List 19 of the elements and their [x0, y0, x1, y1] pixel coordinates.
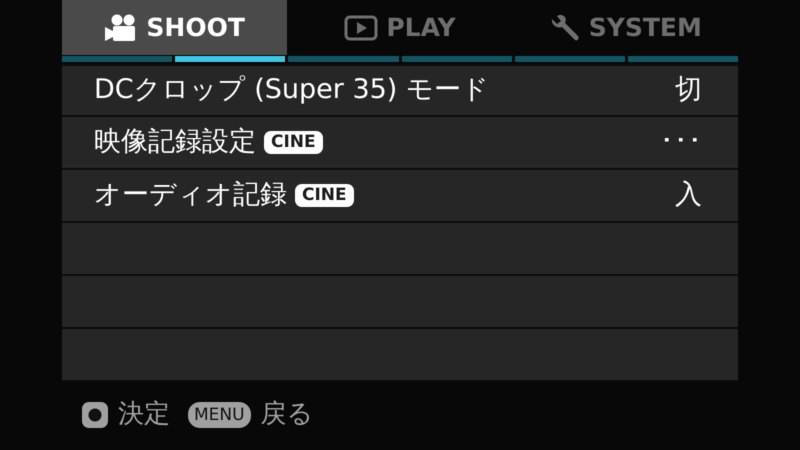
- hint-label: 戻る: [260, 398, 314, 431]
- cine-badge: CINE: [295, 184, 354, 207]
- setting-label: DCクロップ (Super 35) モード: [94, 73, 489, 108]
- menu-row[interactable]: オーディオ記録 CINE 入: [62, 170, 738, 223]
- menu-tab[interactable]: SHOOT: [62, 0, 288, 55]
- menu-key: MENU: [188, 402, 251, 428]
- hint-label: 決定: [118, 398, 170, 431]
- setting-label: 映像記録設定: [94, 125, 256, 160]
- setting-value: 入: [675, 178, 702, 212]
- menu-row[interactable]: DCクロップ (Super 35) モード 切: [62, 64, 738, 117]
- setting-value: ･･･: [660, 125, 702, 160]
- menu-tab[interactable]: PLAY: [287, 0, 513, 55]
- cine-badge: CINE: [264, 131, 323, 154]
- ok-button-icon: [82, 402, 108, 428]
- setting-label: オーディオ記録: [94, 178, 287, 212]
- play-icon: [344, 14, 378, 40]
- menu-row[interactable]: 映像記録設定 CINE ･･･: [62, 117, 738, 170]
- menu-tab[interactable]: SYSTEM: [512, 0, 738, 55]
- setting-value: 切: [675, 73, 702, 108]
